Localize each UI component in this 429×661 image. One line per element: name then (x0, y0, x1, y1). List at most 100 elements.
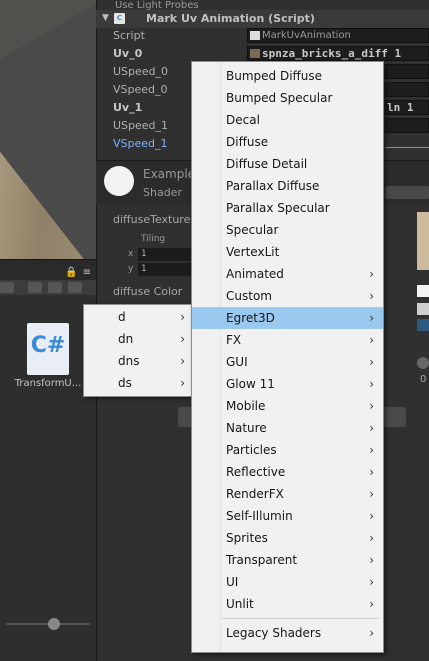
radio-toggle[interactable] (417, 357, 429, 369)
component-title: Mark Uv Animation (Script) (146, 12, 315, 25)
menu-item-diffuse-detail[interactable]: Diffuse Detail (192, 153, 383, 175)
uspeed0-field[interactable] (385, 64, 429, 79)
menu-item-label: Decal (226, 113, 260, 127)
menu-item-ds[interactable]: ds › (84, 372, 194, 394)
chevron-right-icon: › (369, 311, 374, 325)
menu-item-sprites[interactable]: Sprites › (192, 527, 383, 549)
color-swatch-2[interactable] (417, 303, 429, 315)
prop-label-uspeed0: USpeed_0 (113, 65, 169, 78)
menu-item-label: Custom (226, 289, 272, 303)
scene-view[interactable] (0, 0, 96, 259)
collapse-triangle-icon[interactable]: ▼ (102, 13, 109, 23)
menu-item-custom[interactable]: Custom › (192, 285, 383, 307)
diffuse-texture-label: diffuseTexture (113, 213, 191, 226)
menu-item-label: FX (226, 333, 242, 347)
vspeed0-field[interactable] (385, 82, 429, 97)
chevron-right-icon: › (369, 626, 374, 640)
diffuse-texture-thumbnail[interactable] (417, 212, 429, 270)
menu-item-dns[interactable]: dns › (84, 350, 194, 372)
menu-separator (222, 618, 379, 619)
menu-item-egret3d[interactable]: Egret3D › (192, 307, 383, 329)
menu-item-diffuse[interactable]: Diffuse (192, 131, 383, 153)
lock-menu-icon[interactable]: 🔒 ≡ (65, 267, 92, 278)
vspeed1-focus-underline (385, 147, 429, 148)
menu-item-bumped-diffuse[interactable]: Bumped Diffuse (192, 65, 383, 87)
menu-item-mobile[interactable]: Mobile › (192, 395, 383, 417)
chevron-right-icon: › (180, 332, 185, 346)
menu-item-dn[interactable]: dn › (84, 328, 194, 350)
chevron-right-icon: › (369, 465, 374, 479)
chevron-right-icon: › (369, 289, 374, 303)
menu-item-label: Legacy Shaders (226, 626, 322, 640)
uspeed1-field[interactable] (385, 118, 429, 133)
tiling-x-field[interactable]: 1 (138, 248, 196, 261)
project-toolbar: 🔒 ≡ (0, 259, 96, 295)
chevron-right-icon: › (369, 399, 374, 413)
menu-item-vertexlit[interactable]: VertexLit (192, 241, 383, 263)
menu-item-label: GUI (226, 355, 248, 369)
menu-item-parallax-specular[interactable]: Parallax Specular (192, 197, 383, 219)
menu-item-bumped-specular[interactable]: Bumped Specular (192, 87, 383, 109)
menu-item-particles[interactable]: Particles › (192, 439, 383, 461)
menu-item-label: Transparent (226, 553, 298, 567)
slider-knob[interactable] (48, 618, 60, 630)
component-header[interactable]: ▼ C Mark Uv Animation (Script) (96, 10, 429, 28)
chevron-right-icon: › (180, 376, 185, 390)
menu-item-animated[interactable]: Animated › (192, 263, 383, 285)
search-field-end[interactable] (0, 282, 14, 293)
menu-item-label: Animated (226, 267, 284, 281)
shader-label: Shader (143, 186, 182, 199)
menu-item-glow-11[interactable]: Glow 11 › (192, 373, 383, 395)
chevron-right-icon: › (369, 509, 374, 523)
menu-item-ui[interactable]: UI › (192, 571, 383, 593)
shader-dropdown[interactable] (385, 186, 429, 199)
menu-item-d[interactable]: d › (84, 306, 194, 328)
script-field[interactable]: MarkUvAnimation (247, 28, 429, 43)
menu-item-specular[interactable]: Specular (192, 219, 383, 241)
chevron-right-icon: › (369, 333, 374, 347)
prop-label-uv1: Uv_1 (113, 101, 143, 114)
menu-item-parallax-diffuse[interactable]: Parallax Diffuse (192, 175, 383, 197)
prop-label-script: Script (113, 29, 145, 42)
chevron-right-icon: › (180, 354, 185, 368)
asset-item[interactable]: C# TransformU... (12, 323, 84, 389)
favorite-star-icon[interactable] (68, 282, 82, 293)
menu-item-self-illumin[interactable]: Self-Illumin › (192, 505, 383, 527)
menu-item-label: Diffuse Detail (226, 157, 308, 171)
menu-item-gui[interactable]: GUI › (192, 351, 383, 373)
chevron-right-icon: › (369, 487, 374, 501)
filter-label-icon[interactable] (48, 282, 62, 293)
uv1-texture-field[interactable]: ln 1 (385, 100, 429, 115)
chevron-right-icon: › (369, 553, 374, 567)
icon-size-slider[interactable] (0, 615, 96, 633)
menu-item-fx[interactable]: FX › (192, 329, 383, 351)
chevron-right-icon: › (180, 310, 185, 324)
filter-type-icon[interactable] (28, 282, 42, 293)
menu-item-label: Specular (226, 223, 279, 237)
tiling-label: Tiling (141, 234, 166, 244)
tiling-x-label: x (128, 249, 134, 259)
tiling-y-field[interactable]: 1 (138, 263, 196, 276)
menu-item-label: Nature (226, 421, 267, 435)
menu-item-label: Unlit (226, 597, 254, 611)
scene-textured-plane (0, 131, 96, 259)
menu-item-decal[interactable]: Decal (192, 109, 383, 131)
menu-item-renderfx[interactable]: RenderFX › (192, 483, 383, 505)
menu-item-unlit[interactable]: Unlit › (192, 593, 383, 615)
egret3d-submenu: d › dn › dns › ds › (83, 304, 195, 397)
project-search-bar[interactable] (0, 280, 96, 295)
menu-item-label: Diffuse (226, 135, 269, 149)
color-swatch-3[interactable] (417, 319, 429, 331)
material-preview-sphere (104, 166, 134, 196)
menu-item-nature[interactable]: Nature › (192, 417, 383, 439)
uv0-texture-field[interactable]: spnza_bricks_a_diff 1 (247, 46, 429, 61)
chevron-right-icon: › (369, 443, 374, 457)
tiling-y-label: y (128, 264, 134, 274)
diffuse-color-swatch[interactable] (417, 285, 429, 297)
menu-item-label: RenderFX (226, 487, 284, 501)
menu-item-reflective[interactable]: Reflective › (192, 461, 383, 483)
menu-item-transparent[interactable]: Transparent › (192, 549, 383, 571)
menu-item-legacy-shaders[interactable]: Legacy Shaders › (192, 622, 383, 644)
menu-item-label: Glow 11 (226, 377, 275, 391)
project-asset-area: C# TransformU... (0, 295, 96, 661)
